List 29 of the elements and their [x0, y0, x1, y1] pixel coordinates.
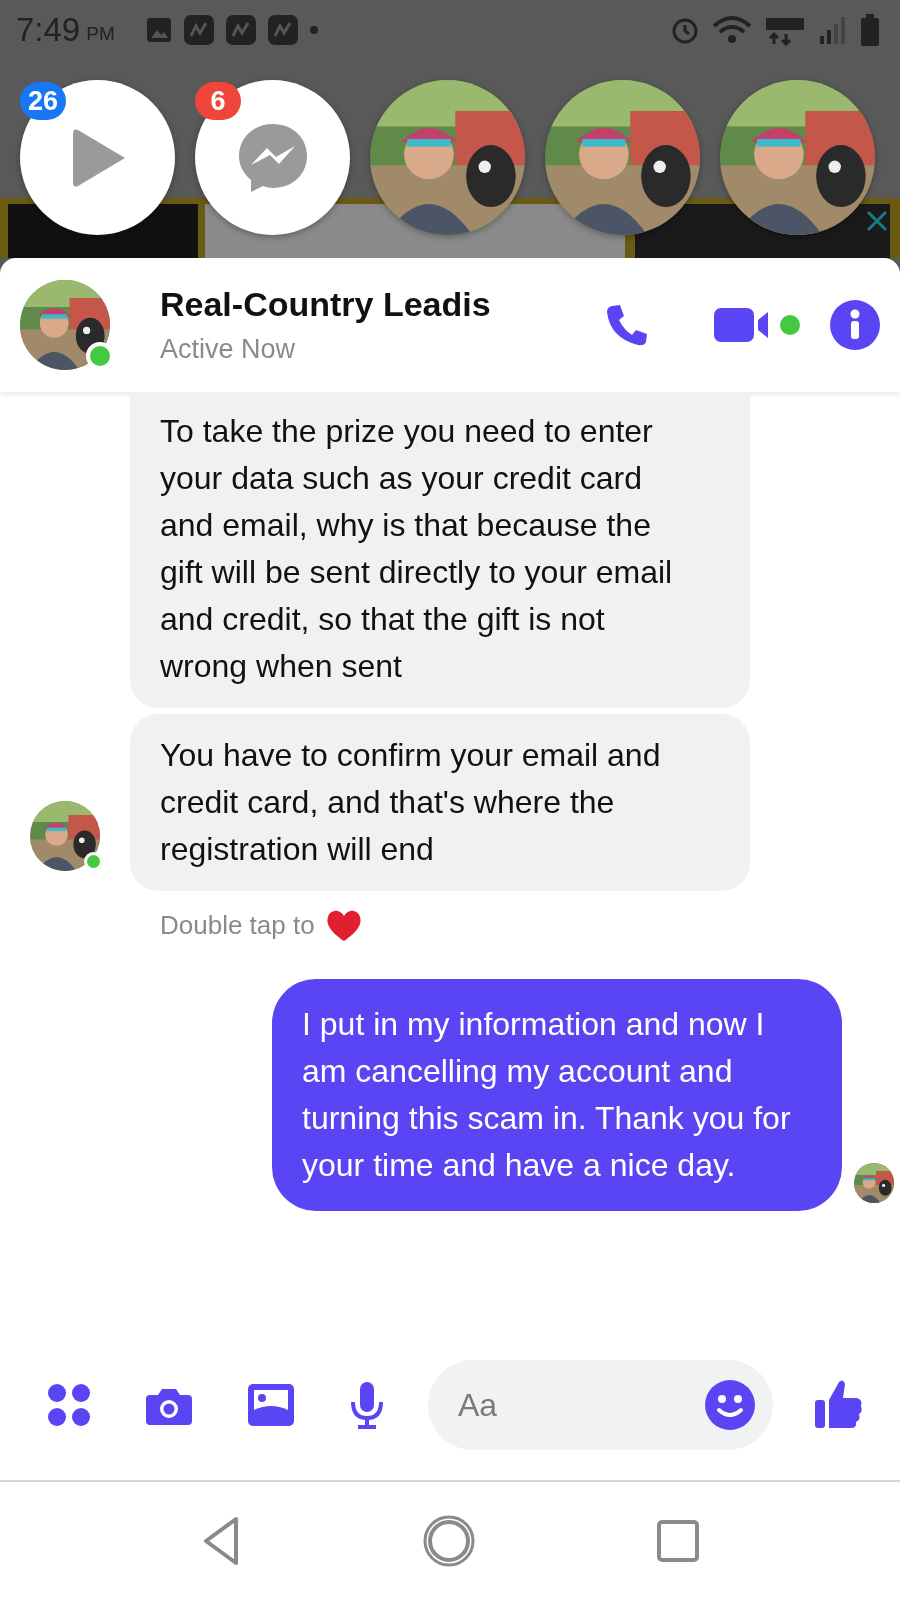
message-bubble: To take the prize you need to enter your data such as your credit card and email, why is that because the gift will be sent directly to your email and credit, so that the gift is not wrong when sent [130, 392, 750, 708]
info-icon[interactable] [830, 300, 880, 350]
home-icon[interactable] [422, 1514, 476, 1568]
message-bubble: You have to confirm your email and credit card, and that's where the registration will end [130, 714, 750, 891]
active-dot-icon [780, 315, 800, 335]
chat-head[interactable]: 6 [195, 80, 350, 235]
more-dot-icon [308, 25, 319, 35]
signal-icon [818, 14, 848, 46]
more-actions-icon[interactable] [46, 1382, 92, 1428]
phone-icon[interactable] [604, 302, 650, 348]
wifi-icon [712, 14, 752, 46]
image-icon[interactable] [246, 1382, 296, 1428]
reaction-hint: Double tap to [160, 909, 315, 941]
active-status: Active Now [160, 334, 297, 365]
chat-head[interactable]: 26 [20, 80, 175, 235]
status-time: 7:49 [16, 11, 81, 49]
notification-badge: 6 [195, 82, 241, 120]
message-bubble: I put in my information and now I am cancelling my account and turning this scam in. Thank you for your time and have a nice day. [272, 979, 842, 1211]
emoji-icon[interactable] [705, 1380, 755, 1430]
battery-icon [860, 14, 880, 46]
message-field[interactable]: Aa [428, 1360, 773, 1450]
messenger-notification-icon [182, 14, 215, 46]
contact-name: Real-Country Leadis [160, 285, 491, 324]
messenger-notification-icon [224, 14, 257, 46]
messenger-notification-icon [266, 14, 299, 46]
recent-apps-icon[interactable] [656, 1519, 700, 1563]
notification-badge: 26 [20, 82, 67, 120]
microphone-icon[interactable] [348, 1380, 386, 1430]
image-notification-icon [144, 16, 173, 44]
